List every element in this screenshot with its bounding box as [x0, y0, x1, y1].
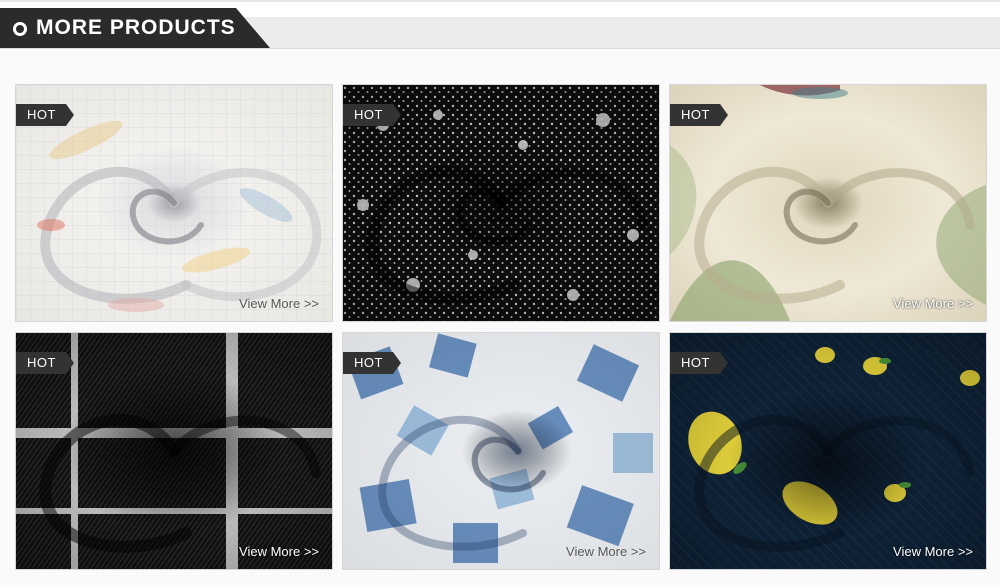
view-more-link[interactable]: View More >>: [239, 296, 319, 311]
top-divider: [0, 0, 1000, 2]
view-more-link[interactable]: View More >>: [893, 544, 973, 559]
product-card[interactable]: HOT View More >>: [16, 85, 332, 321]
section-header-tab: MORE PRODUCTS: [0, 8, 270, 48]
hot-badge: HOT: [670, 352, 728, 374]
product-card[interactable]: HOT View More >>: [670, 85, 986, 321]
product-card[interactable]: HOT View More >>: [16, 333, 332, 569]
hot-badge: HOT: [343, 104, 401, 126]
hot-badge: HOT: [343, 352, 401, 374]
view-more-link[interactable]: View More >>: [566, 544, 646, 559]
view-more-link[interactable]: View More >>: [893, 296, 973, 311]
circle-bullet-icon: [13, 22, 27, 36]
hot-badge: HOT: [670, 104, 728, 126]
view-more-link[interactable]: View More >>: [239, 544, 319, 559]
product-card[interactable]: HOT View More >>: [670, 333, 986, 569]
hot-badge: HOT: [16, 352, 74, 374]
product-card[interactable]: HOT: [343, 85, 659, 321]
product-card[interactable]: HOT View More >>: [343, 333, 659, 569]
section-title: MORE PRODUCTS: [36, 16, 236, 39]
hot-badge: HOT: [16, 104, 74, 126]
